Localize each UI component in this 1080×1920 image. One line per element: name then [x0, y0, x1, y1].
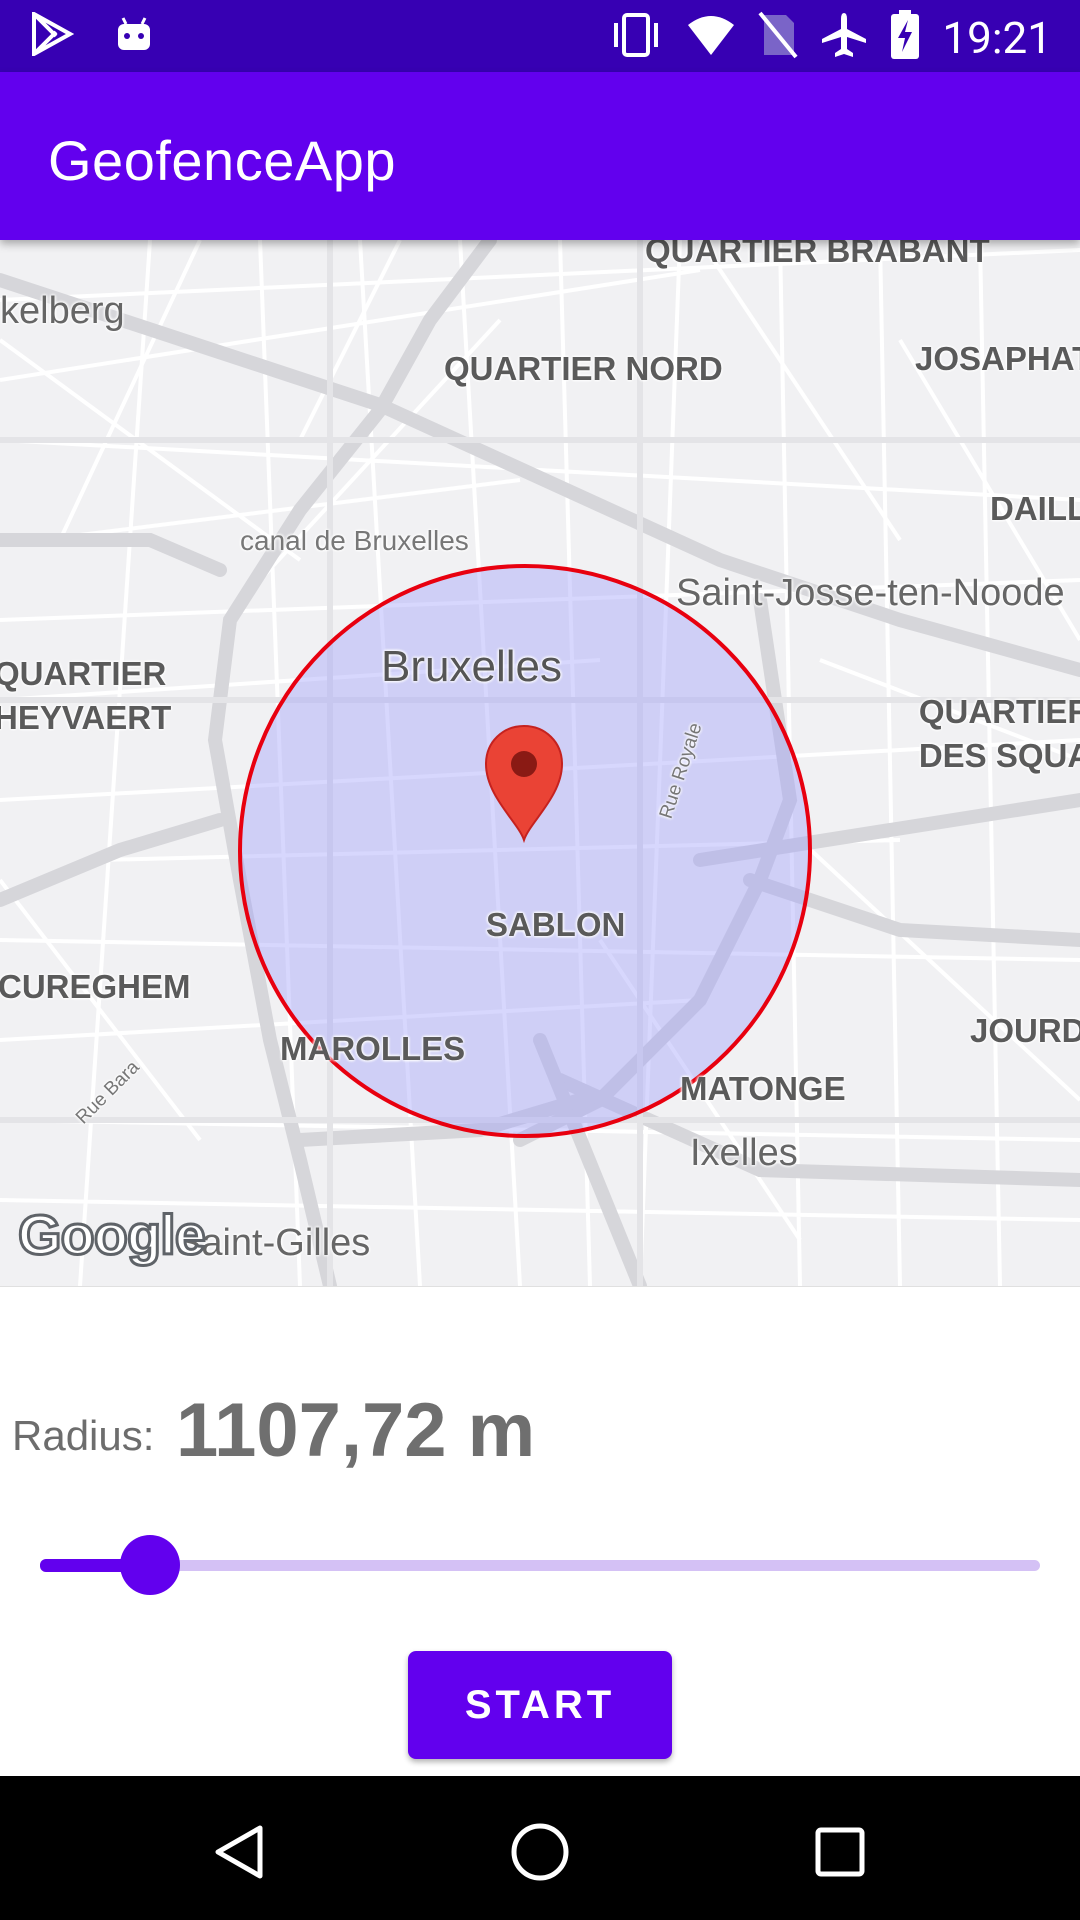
home-icon[interactable] [500, 1812, 580, 1892]
map-label-quartier-nord: QUARTIER NORD [444, 350, 723, 387]
map-label-josaphat: JOSAPHAT [915, 340, 1080, 377]
airplane-icon [820, 11, 868, 64]
vibrate-icon [608, 11, 664, 64]
google-logo: Google [17, 1202, 208, 1268]
map-label-sablon: SABLON [486, 906, 626, 943]
back-icon[interactable] [200, 1812, 280, 1892]
radius-slider[interactable] [40, 1535, 1040, 1595]
start-button[interactable]: START [408, 1651, 672, 1759]
no-sim-icon [758, 11, 798, 64]
map-label-saint-josse: Saint-Josse-ten-Noode [676, 572, 1065, 614]
map-label-quartier-heyvaert: QUARTIER HEYVAERT [0, 655, 172, 736]
wifi-icon [686, 13, 736, 62]
map-label-matonge: MATONGE [680, 1070, 846, 1107]
radius-value: 1107,72 m [176, 1388, 536, 1473]
map-label-quartier-des-squares: QUARTIER DES SQUA [918, 693, 1080, 774]
map-label-kelberg: kelberg [0, 290, 125, 332]
app-bar: GeofenceApp [0, 72, 1080, 240]
status-bar: 19:21 [0, 0, 1080, 72]
map-label-ixelles: Ixelles [690, 1132, 798, 1174]
android-icon [114, 14, 154, 59]
play-store-icon [30, 10, 75, 61]
map-label-bruxelles: Bruxelles [381, 642, 562, 691]
slider-track[interactable] [40, 1560, 1040, 1571]
radius-label: Radius: [12, 1412, 155, 1459]
slider-thumb[interactable] [120, 1535, 180, 1595]
app-title: GeofenceApp [48, 129, 396, 192]
map-label-saint-gilles: Saint-Gilles [176, 1222, 371, 1264]
map-label-marolles: MAROLLES [280, 1030, 466, 1067]
map-view[interactable]: kelberg QUARTIER BRABANT QUARTIER NORD J… [0, 240, 1080, 1286]
map-label-canal: canal de Bruxelles [240, 525, 469, 556]
recents-icon[interactable] [800, 1812, 880, 1892]
map-label-cureghem: CUREGHEM [0, 968, 191, 1005]
map-label-quartier-brabant: QUARTIER BRABANT [645, 240, 990, 269]
navigation-bar [0, 1776, 1080, 1920]
map-label-daill: DAILL [990, 490, 1080, 527]
controls-panel: Radius: 1107,72 m START [0, 1286, 1080, 1777]
map-label-jourd: JOURD [970, 1012, 1080, 1049]
battery-charging-icon [890, 10, 920, 65]
status-time: 19:21 [942, 11, 1052, 64]
